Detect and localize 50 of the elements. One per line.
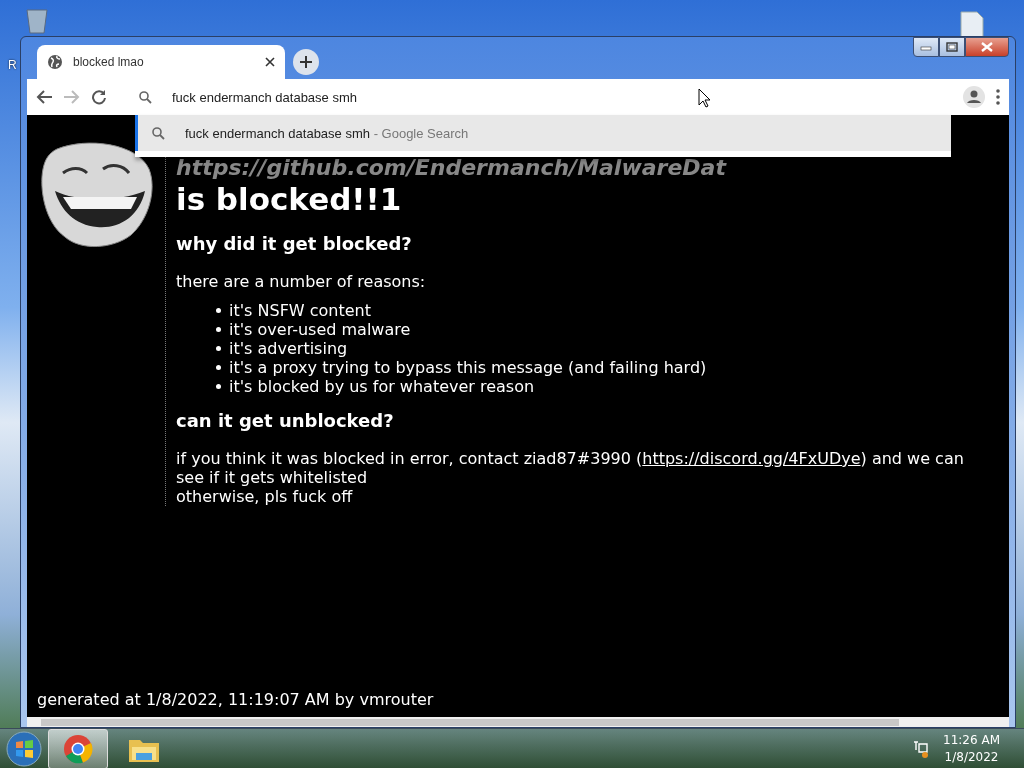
page-url-heading: https://github.com/Endermanch/MalwareDat (176, 154, 728, 179)
start-orb-icon[interactable] (6, 730, 42, 767)
bullet-icon (216, 308, 221, 313)
clock[interactable]: 11:26 AM 1/8/2022 (943, 731, 1000, 766)
discord-link[interactable]: https://discord.gg/4FxUDye (642, 449, 861, 468)
bullet-icon (216, 346, 221, 351)
scrollbar-thumb[interactable] (41, 718, 899, 726)
close-button[interactable] (965, 37, 1009, 57)
closing-text: otherwise, pls fuck off (176, 487, 354, 506)
suggestion-source: - Google Search (373, 125, 469, 141)
maximize-button[interactable] (939, 37, 965, 57)
minimize-icon (920, 43, 932, 51)
suggestion-item[interactable]: fuck endermanch database smh - Google Search (135, 115, 951, 151)
intro-text: there are a number of reasons: (176, 272, 427, 291)
tab-title: blocked lmao (73, 55, 145, 69)
bullet-icon (216, 384, 221, 389)
footer-text: generated at 1/8/2022, 11:19:07 AM by vmrouter (36, 690, 435, 711)
bullet-icon (216, 327, 221, 332)
section-heading: why did it get blocked? (176, 233, 413, 254)
browser-tab[interactable]: blocked lmao (37, 45, 285, 79)
new-tab-button[interactable] (293, 49, 319, 75)
list-item: it's NSFW content (229, 301, 372, 320)
back-arrow-icon[interactable] (35, 89, 53, 105)
list-item: it's advertising (229, 339, 348, 358)
network-icon[interactable] (913, 739, 930, 758)
plus-icon (299, 55, 313, 69)
desktop-icon-label: R (8, 58, 17, 72)
maximize-icon (946, 42, 958, 52)
minimize-button[interactable] (913, 37, 939, 57)
list-item: it's over-used malware (229, 320, 411, 339)
globe-icon (47, 54, 63, 70)
reload-icon[interactable] (91, 89, 107, 105)
search-icon (152, 126, 165, 140)
menu-icon[interactable] (995, 89, 1001, 105)
address-bar[interactable]: fuck endermanch database smh (172, 89, 572, 105)
clock-time: 11:26 AM (943, 731, 1000, 749)
suggestion-text: fuck endermanch database smh (185, 125, 370, 141)
list-item: it's a proxy trying to bypass this message (and failing hard) (229, 358, 707, 377)
list-item: it's blocked by us for whatever reason (229, 377, 535, 396)
profile-icon[interactable] (963, 86, 985, 108)
close-icon[interactable] (265, 57, 275, 67)
taskbar-app-button[interactable] (48, 728, 108, 768)
page-title: is blocked!!1 (176, 181, 403, 217)
search-icon (139, 90, 152, 104)
close-icon (980, 42, 994, 52)
bullet-icon (216, 365, 221, 370)
section-heading: can it get unblocked? (176, 410, 395, 431)
chrome-icon (63, 733, 93, 764)
mouse-cursor-icon (698, 88, 711, 108)
clock-date: 1/8/2022 (944, 748, 999, 766)
